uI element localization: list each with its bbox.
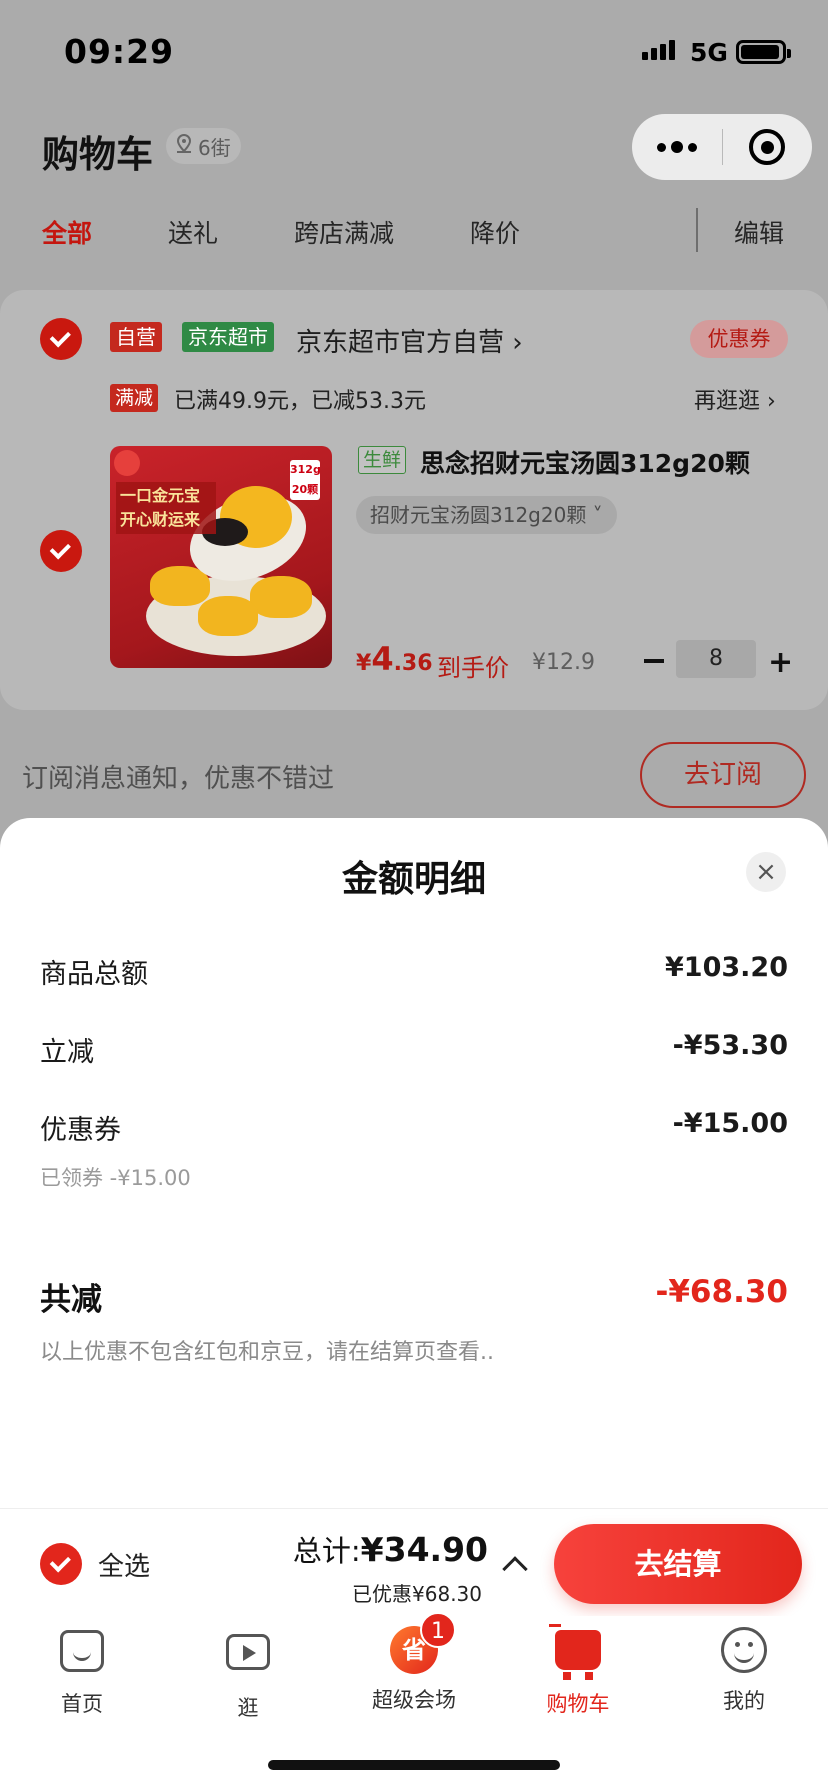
- total-discount-label: 共减: [40, 1282, 102, 1318]
- price-integer: 4: [371, 640, 394, 678]
- row-goods-total-label: 商品总额: [40, 959, 148, 990]
- cart-icon: [549, 1624, 602, 1680]
- product-image[interactable]: 一口金元宝 开心财运来 312g 20颗: [110, 446, 332, 668]
- self-operated-tag: 自营: [110, 322, 162, 352]
- row-coupon-label: 优惠券: [40, 1115, 121, 1146]
- tabbar-item-home[interactable]: 首页: [22, 1626, 142, 1718]
- miniapp-capsule: [632, 114, 812, 180]
- spec-selector[interactable]: 招财元宝汤圆312g20颗 ˅: [356, 496, 617, 534]
- tabbar-label: 我的: [723, 1689, 765, 1713]
- brand-logo: [114, 450, 140, 476]
- coupon-claimed-text: 已领券 -¥15.00: [40, 1166, 191, 1190]
- video-icon: [224, 1634, 272, 1682]
- total-sum-label: 总计:: [292, 1534, 361, 1568]
- home-icon: [58, 1630, 106, 1678]
- tab-divider: [696, 208, 698, 252]
- row-goods-total-value: ¥103.20: [665, 952, 788, 983]
- shop-more-link[interactable]: 再逛逛 ›: [694, 383, 776, 415]
- discount-note: 以上优惠不包含红包和京豆，请在结算页查看..: [40, 1340, 494, 1365]
- coupon-button[interactable]: 优惠券: [690, 320, 788, 358]
- edit-button[interactable]: 编辑: [734, 214, 784, 250]
- profile-icon: [720, 1627, 768, 1675]
- tabbar-label: 首页: [61, 1692, 103, 1716]
- total-sum-value: ¥34.90: [360, 1530, 488, 1569]
- status-time: 09:29: [64, 32, 175, 71]
- home-indicator[interactable]: [268, 1760, 560, 1770]
- tab-price-drop[interactable]: 降价: [470, 214, 520, 250]
- page-title: 购物车: [42, 133, 153, 176]
- close-icon: ×: [755, 857, 777, 887]
- price-label: 到手价: [437, 654, 509, 682]
- select-all-label[interactable]: 全选: [98, 1546, 150, 1583]
- status-bar: 09:29 5G: [0, 0, 828, 104]
- original-price: ¥12.9: [532, 650, 595, 675]
- location-chip[interactable]: 6街: [166, 128, 241, 164]
- saved-amount: 已优惠¥68.30: [352, 1582, 482, 1606]
- subscribe-text: 订阅消息通知，优惠不错过: [22, 764, 335, 794]
- quantity-decrease-button[interactable]: [644, 659, 664, 663]
- row-discount-value: -¥53.30: [672, 1030, 788, 1061]
- total-discount-value: -¥68.30: [655, 1274, 789, 1310]
- yuanbao-shape: [250, 576, 312, 618]
- tabbar-label: 超级会场: [372, 1688, 456, 1712]
- tabbar-label: 购物车: [546, 1692, 610, 1716]
- shop-name-link[interactable]: 京东超市官方自营 ›: [296, 322, 523, 359]
- tabbar-item-browse[interactable]: 逛: [188, 1626, 308, 1722]
- checkout-button[interactable]: 去结算: [554, 1524, 802, 1604]
- product-name[interactable]: 思念招财元宝汤圆312g20颗: [420, 444, 750, 480]
- more-icon[interactable]: [632, 141, 722, 153]
- quantity-increase-button[interactable]: +: [768, 645, 793, 680]
- row-discount-label: 立减: [40, 1037, 94, 1068]
- yuanbao-shape: [198, 596, 258, 636]
- price-decimal: .36: [393, 651, 433, 676]
- total-sum: 总计: ¥34.90: [293, 1528, 488, 1570]
- promo-tag: 满减: [110, 384, 159, 412]
- battery-icon: [736, 40, 791, 64]
- subscribe-button[interactable]: 去订阅: [640, 742, 806, 808]
- tabbar-label: 逛: [237, 1696, 259, 1720]
- quantity-input[interactable]: 8: [676, 640, 756, 678]
- image-slogan-line2: 开心财运来: [120, 510, 201, 529]
- tab-gift[interactable]: 送礼: [168, 214, 218, 250]
- close-sheet-button[interactable]: ×: [746, 852, 786, 892]
- signal-icon: [642, 40, 675, 60]
- row-coupon-value: -¥15.00: [672, 1108, 788, 1139]
- image-slogan: 一口金元宝 开心财运来: [116, 482, 216, 534]
- tabbar-item-super-venue[interactable]: 省 超级会场: [354, 1626, 474, 1714]
- final-price: ¥4.36: [356, 640, 433, 678]
- shop-checkbox[interactable]: [40, 318, 82, 360]
- tabbar-item-cart[interactable]: 购物车: [518, 1624, 638, 1718]
- image-badge-count: 20颗: [291, 483, 319, 496]
- image-badge-weight: 312g: [290, 463, 321, 476]
- fresh-tag: 生鲜: [358, 446, 407, 474]
- supermarket-tag: 京东超市: [182, 322, 274, 352]
- filter-tabs: 全部 送礼 跨店满减 降价 编辑: [0, 204, 828, 264]
- select-all-checkbox[interactable]: [40, 1543, 82, 1585]
- item-checkbox[interactable]: [40, 530, 82, 572]
- location-label: 6街: [198, 135, 231, 160]
- close-miniapp-button[interactable]: [723, 129, 813, 165]
- target-icon: [749, 129, 786, 165]
- tab-all[interactable]: 全部: [42, 214, 92, 250]
- location-pin-icon: [174, 133, 194, 160]
- image-weight-badge: 312g 20颗: [290, 460, 321, 500]
- notification-badge: 1: [420, 1612, 456, 1648]
- network-label: 5G: [690, 38, 728, 67]
- tabbar-item-profile[interactable]: 我的: [684, 1626, 804, 1715]
- promo-text: 已满49.9元，已减53.3元: [174, 389, 426, 414]
- price-symbol: ¥: [356, 651, 372, 676]
- image-slogan-line1: 一口金元宝: [120, 486, 201, 505]
- sheet-title: 金额明细: [341, 859, 486, 900]
- tab-cross-store[interactable]: 跨店满减: [294, 214, 394, 250]
